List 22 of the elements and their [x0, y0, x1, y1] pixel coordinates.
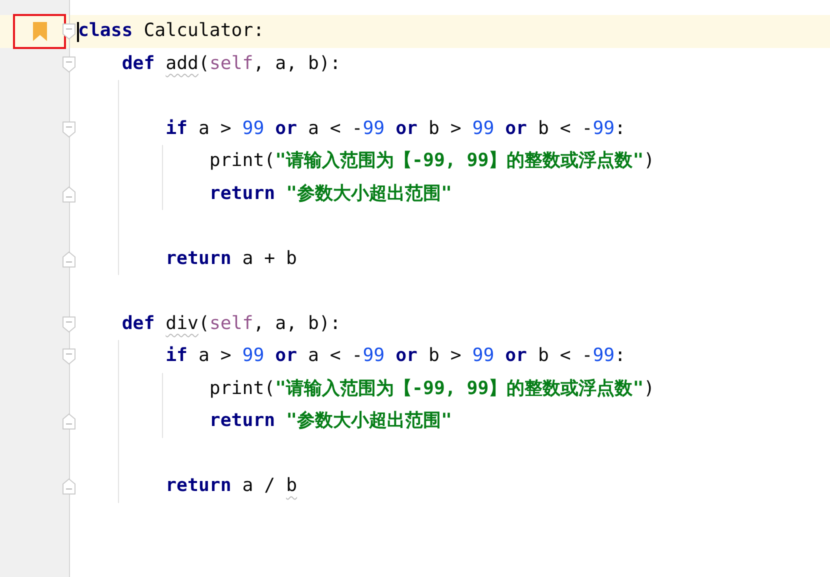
fold-marker-icon[interactable] [62, 250, 76, 268]
code-line: class Calculator: [78, 19, 264, 44]
code-line: return a + b [166, 246, 298, 271]
bookmark-icon[interactable] [32, 22, 46, 41]
code-line: return "参数大小超出范围" [209, 182, 452, 206]
code-line: return "参数大小超出范围" [209, 409, 452, 434]
fold-marker-icon[interactable] [62, 316, 76, 332]
code-line: def div(self, a, b): [122, 312, 341, 336]
code-line: if a > 99 or a < -99 or b > 99 or b < -99: [166, 116, 626, 141]
fold-marker-icon[interactable] [62, 478, 76, 495]
fold-marker-icon[interactable] [62, 186, 76, 202]
code-line: print("请输入范围为【-99, 99】的整数或浮点数") [209, 376, 655, 401]
code-line: if a > 99 or a < -99 or b > 99 or b < -99: [166, 344, 626, 368]
fold-marker-icon[interactable] [62, 348, 76, 365]
code-line: return a / b [166, 474, 298, 498]
text-cursor [77, 22, 79, 42]
fold-marker-icon[interactable] [62, 120, 76, 138]
fold-marker-icon[interactable] [62, 23, 76, 40]
code-line: print("请输入范围为【-99, 99】的整数或浮点数") [209, 149, 655, 174]
fold-marker-icon[interactable] [62, 413, 76, 430]
fold-marker-icon[interactable] [62, 56, 76, 72]
code-line: def add(self, a, b): [122, 52, 341, 76]
